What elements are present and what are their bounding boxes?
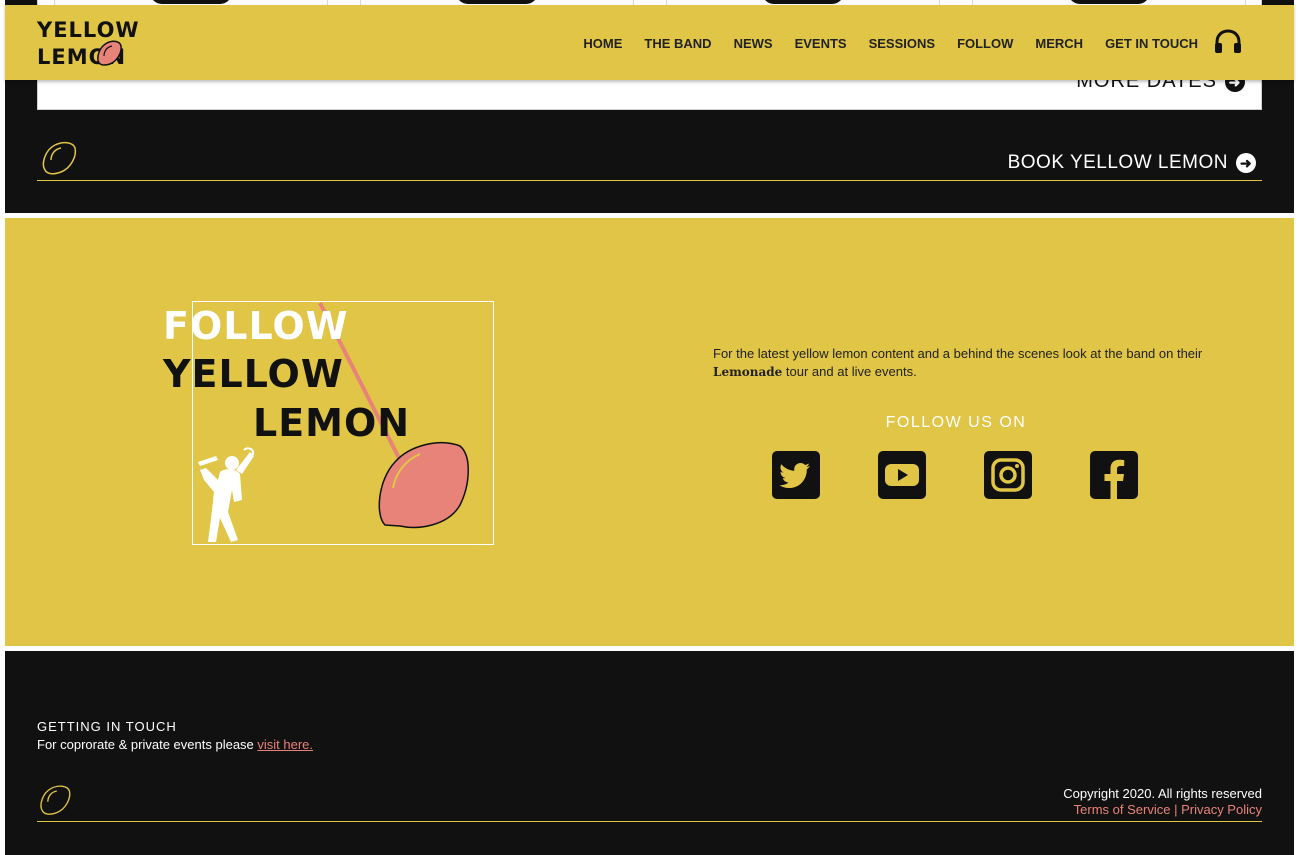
nav-sessions[interactable]: SESSIONS bbox=[869, 36, 935, 51]
nav-home[interactable]: HOME bbox=[583, 36, 622, 51]
book-label: BOOK YELLOW LEMON bbox=[1007, 152, 1228, 173]
main-nav: HOME THE BAND NEWS EVENTS SESSIONS FOLLO… bbox=[583, 36, 1198, 51]
legal-links: Terms of Service | Privacy Policy bbox=[1074, 802, 1262, 817]
follow-section: FOLLOW YELLOW LEMON For the latest yello… bbox=[5, 218, 1294, 646]
follow-us-heading: FOLLOW US ON bbox=[885, 414, 1027, 431]
facebook-icon bbox=[1090, 451, 1138, 499]
instagram-link[interactable] bbox=[984, 451, 1032, 499]
saxophone-player-silhouette bbox=[198, 447, 254, 542]
copyright-text: Copyright 2020. All rights reserved bbox=[1063, 786, 1262, 801]
book-yellow-lemon-button[interactable]: BOOK YELLOW LEMON ➜ bbox=[1008, 152, 1256, 174]
book-row: BOOK YELLOW LEMON ➜ bbox=[37, 140, 1262, 181]
nav-news[interactable]: NEWS bbox=[734, 36, 773, 51]
navbar: YELLOW LEMON HOME THE BAND NEWS EVENTS S… bbox=[5, 5, 1294, 80]
nav-events[interactable]: EVENTS bbox=[795, 36, 847, 51]
private-events-label: For coprorate & private events please bbox=[37, 737, 258, 752]
follow-title-line3: LEMON bbox=[253, 401, 411, 445]
follow-description: For the latest yellow lemon content and … bbox=[713, 345, 1203, 381]
follow-artwork: FOLLOW YELLOW LEMON bbox=[160, 300, 500, 550]
legal-separator: | bbox=[1170, 802, 1182, 817]
twitter-link[interactable] bbox=[772, 451, 820, 499]
private-events-text: For coprorate & private events please vi… bbox=[37, 737, 313, 752]
youtube-link[interactable] bbox=[878, 451, 926, 499]
follow-title-line1: FOLLOW bbox=[163, 304, 349, 348]
getting-in-touch-heading: GETTING IN TOUCH bbox=[37, 719, 177, 734]
terms-of-service-link[interactable]: Terms of Service bbox=[1074, 802, 1171, 817]
nav-merch[interactable]: MERCH bbox=[1035, 36, 1083, 51]
lemon-logo-icon bbox=[97, 40, 122, 66]
footer: GETTING IN TOUCH For coprorate & private… bbox=[5, 651, 1294, 855]
event-date-pill bbox=[1068, 0, 1150, 4]
footer-bottom-row: Copyright 2020. All rights reserved Term… bbox=[37, 777, 1262, 822]
event-date-pill bbox=[456, 0, 538, 4]
visit-here-link[interactable]: visit here. bbox=[257, 737, 313, 752]
nav-get-in-touch[interactable]: GET IN TOUCH bbox=[1105, 36, 1198, 51]
follow-description-text: For the latest yellow lemon content and … bbox=[713, 346, 1203, 361]
nav-the-band[interactable]: THE BAND bbox=[644, 36, 711, 51]
event-date-pill bbox=[150, 0, 232, 4]
logo-text-line1: YELLOW bbox=[37, 18, 140, 42]
follow-title-line2: YELLOW bbox=[163, 352, 344, 396]
youtube-icon bbox=[878, 451, 926, 499]
facebook-link[interactable] bbox=[1090, 451, 1138, 499]
headphones-icon[interactable] bbox=[1214, 29, 1242, 55]
lemon-outline-icon bbox=[42, 141, 77, 175]
twitter-icon bbox=[772, 451, 820, 499]
instagram-icon bbox=[984, 451, 1032, 499]
nav-follow[interactable]: FOLLOW bbox=[957, 36, 1013, 51]
privacy-policy-link[interactable]: Privacy Policy bbox=[1181, 802, 1262, 817]
follow-description-end: tour and at live events. bbox=[782, 364, 917, 379]
lemon-outline-icon bbox=[40, 785, 71, 815]
logo-text-line2: LEMON bbox=[37, 45, 127, 69]
arrow-right-circle-icon: ➜ bbox=[1236, 153, 1256, 173]
event-date-pill bbox=[762, 0, 844, 4]
lemonade-tour-name: Lemonade bbox=[713, 365, 783, 379]
logo[interactable]: YELLOW LEMON bbox=[37, 17, 140, 71]
